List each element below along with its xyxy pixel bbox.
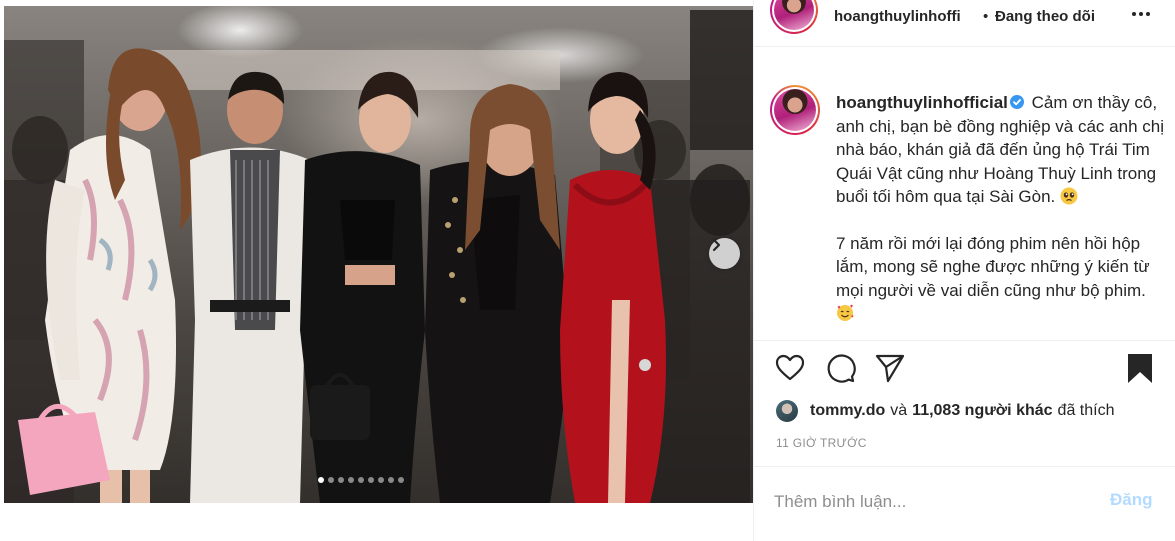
photo-frame-bottom: [0, 503, 753, 541]
post-comment-button[interactable]: Đăng: [1110, 490, 1153, 510]
likes-count-link[interactable]: 11,083 người khác: [912, 402, 1052, 420]
post-timestamp[interactable]: 11 GIỜ TRƯỚC: [776, 436, 867, 450]
carousel-dot: [368, 477, 374, 483]
likes-suffix: đã thích: [1057, 402, 1115, 419]
follow-status-button[interactable]: Đang theo dõi: [995, 8, 1095, 25]
header-username[interactable]: hoangthuylinhoffi: [834, 8, 961, 25]
caption-avatar[interactable]: [770, 85, 820, 135]
liker-avatar[interactable]: [776, 400, 798, 422]
caption-username[interactable]: hoangthuylinhofficial: [836, 93, 1008, 112]
post-header: hoangthuylinhoffi • Đang theo dõi: [754, 0, 1175, 41]
share-icon[interactable]: [874, 352, 906, 389]
actions-divider: [754, 340, 1175, 341]
verified-badge-icon: [1009, 95, 1024, 109]
more-horizontal-icon[interactable]: [1132, 12, 1150, 16]
carousel-dot: [398, 477, 404, 483]
heart-icon[interactable]: [774, 352, 806, 389]
liker-username[interactable]: tommy.do: [810, 402, 885, 420]
carousel-dot: [338, 477, 344, 483]
header-separator: •: [983, 8, 989, 25]
carousel-indicator: [318, 477, 404, 483]
header-avatar[interactable]: [770, 0, 818, 34]
pleading-face-emoji: [1060, 187, 1078, 205]
post-caption: hoangthuylinhofficial Cảm ơn thầy cô, an…: [836, 91, 1166, 326]
chevron-right-icon: [712, 238, 721, 252]
carousel-dot: [348, 477, 354, 483]
header-divider: [754, 46, 1175, 47]
bookmark-filled-icon[interactable]: [1126, 352, 1154, 389]
likes-connector: và: [890, 402, 908, 419]
carousel-dot: [328, 477, 334, 483]
post-actions: [772, 352, 1162, 392]
carousel-dot: [388, 477, 394, 483]
post-details-panel: hoangthuylinhoffi • Đang theo dõi hoangt…: [753, 0, 1175, 541]
smiling-face-with-hearts-emoji: [836, 304, 854, 322]
comment-icon[interactable]: [824, 352, 856, 389]
caption-paragraph-2: 7 năm rồi mới lại đóng phim nên hồi hộp …: [836, 233, 1150, 300]
comment-input[interactable]: [774, 488, 1074, 516]
carousel-dot: [358, 477, 364, 483]
carousel-dot: [318, 477, 324, 483]
carousel-dot: [378, 477, 384, 483]
post-photo[interactable]: [0, 0, 753, 541]
post-photo-scene: [4, 10, 753, 510]
likes-summary: tommy.do và 11,083 người khác đã thích: [776, 397, 1119, 425]
carousel-next-button[interactable]: [709, 238, 740, 269]
photo-frame-top: [0, 0, 753, 6]
photo-frame-left: [0, 0, 4, 541]
comment-divider: [754, 466, 1175, 467]
